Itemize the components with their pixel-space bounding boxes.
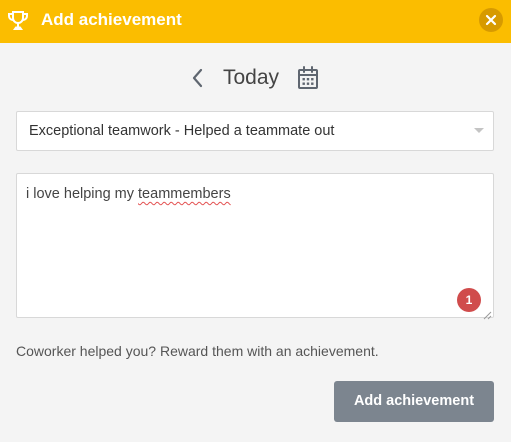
misspelled-word: teammembers [138,186,231,202]
calendar-icon [298,66,318,89]
spelling-error-badge[interactable]: 1 [457,288,481,312]
achievement-message-input[interactable]: i love helping my teammembers 1 [16,173,494,320]
chevron-left-icon [192,68,203,88]
add-achievement-button[interactable]: Add achievement [334,381,494,422]
previous-day-button[interactable] [186,66,210,90]
resize-handle[interactable] [483,307,492,320]
chevron-down-icon [474,128,484,133]
date-label: Today [223,66,280,89]
dialog-title: Add achievement [41,10,182,29]
message-text: i love helping my teammembers [26,186,231,202]
date-navigation: Today [0,60,511,96]
achievement-type-select[interactable]: Exceptional teamwork - Helped a teammate… [16,111,494,151]
trophy-icon [6,9,30,33]
dialog-header: Add achievement [0,0,511,43]
hint-text: Coworker helped you? Reward them with an… [16,343,379,359]
message-text-start: i love helping my [26,186,139,202]
close-button[interactable] [479,8,503,32]
achievement-type-value: Exceptional teamwork - Helped a teammate… [29,123,335,139]
close-icon [485,14,497,26]
calendar-button[interactable] [296,65,320,91]
